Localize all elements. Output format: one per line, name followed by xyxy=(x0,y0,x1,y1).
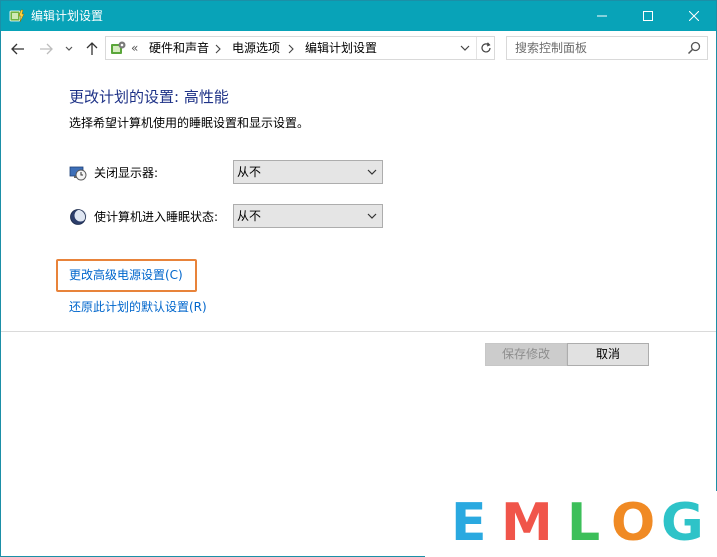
breadcrumb-edit-plan-settings[interactable]: 编辑计划设置 xyxy=(305,41,377,55)
refresh-button[interactable] xyxy=(476,37,494,59)
search-placeholder: 搜索控制面板 xyxy=(515,41,588,55)
watermark-letter-l: L xyxy=(567,493,601,553)
breadcrumb-separator-icon[interactable] xyxy=(213,43,223,54)
chevron-down-icon xyxy=(367,169,377,175)
up-arrow-icon xyxy=(86,42,98,55)
breadcrumb-power-options[interactable]: 电源选项 xyxy=(232,41,280,55)
forward-arrow-icon xyxy=(40,43,53,55)
advanced-power-settings-link[interactable]: 更改高级电源设置(C) xyxy=(69,267,183,283)
display-off-select-value: 从不 xyxy=(237,165,262,179)
edit-plan-settings-window: 编辑计划设置 « 硬件和声音 电源选项 编辑计划设置 搜索控制面板 更改计划的设… xyxy=(0,0,717,557)
chevron-down-icon xyxy=(460,45,470,51)
watermark-letter-e: E xyxy=(451,493,487,553)
chevron-down-icon xyxy=(65,46,73,51)
up-button[interactable] xyxy=(83,40,101,58)
page-title: 更改计划的设置: 高性能 xyxy=(69,88,229,106)
save-changes-button[interactable]: 保存修改 xyxy=(485,343,567,366)
display-off-select[interactable]: 从不 xyxy=(233,160,383,184)
page-description: 选择希望计算机使用的睡眠设置和显示设置。 xyxy=(69,116,310,130)
divider xyxy=(1,331,716,332)
close-icon xyxy=(689,11,699,21)
address-dropdown-button[interactable] xyxy=(457,40,473,56)
search-input[interactable]: 搜索控制面板 xyxy=(506,36,708,60)
back-button[interactable] xyxy=(9,40,27,58)
navigation-bar: « 硬件和声音 电源选项 编辑计划设置 搜索控制面板 xyxy=(1,31,716,67)
emlog-watermark-logo: E M L O G xyxy=(425,491,717,557)
maximize-button[interactable] xyxy=(625,1,671,31)
search-icon[interactable] xyxy=(687,41,701,55)
watermark-letter-g: G xyxy=(661,493,704,553)
watermark-letter-o: O xyxy=(611,493,656,553)
recent-locations-button[interactable] xyxy=(63,40,75,58)
sleep-select-value: 从不 xyxy=(237,209,262,223)
sleep-label: 使计算机进入睡眠状态: xyxy=(94,210,219,224)
minimize-icon xyxy=(597,15,607,17)
refresh-icon xyxy=(480,42,491,53)
forward-button[interactable] xyxy=(37,40,55,58)
control-panel-icon xyxy=(110,40,127,57)
sleep-moon-icon xyxy=(69,208,87,226)
back-arrow-icon xyxy=(11,43,24,55)
sleep-select[interactable]: 从不 xyxy=(233,204,383,228)
power-options-icon xyxy=(9,8,25,24)
address-box[interactable]: « 硬件和声音 电源选项 编辑计划设置 xyxy=(105,36,495,60)
display-off-label: 关闭显示器: xyxy=(94,166,159,180)
restore-defaults-link[interactable]: 还原此计划的默认设置(R) xyxy=(69,299,207,315)
hidden-path-chevrons[interactable]: « xyxy=(131,41,138,55)
watermark-letter-m: M xyxy=(501,493,553,553)
maximize-icon xyxy=(643,11,653,21)
cancel-button[interactable]: 取消 xyxy=(567,343,649,366)
breadcrumb-hardware-sound[interactable]: 硬件和声音 xyxy=(149,41,209,55)
close-button[interactable] xyxy=(671,1,717,31)
breadcrumb-separator-icon[interactable] xyxy=(286,43,296,54)
display-off-icon xyxy=(69,164,87,182)
minimize-button[interactable] xyxy=(579,1,625,31)
title-bar: 编辑计划设置 xyxy=(1,1,716,31)
chevron-down-icon xyxy=(367,213,377,219)
window-title: 编辑计划设置 xyxy=(31,9,104,23)
